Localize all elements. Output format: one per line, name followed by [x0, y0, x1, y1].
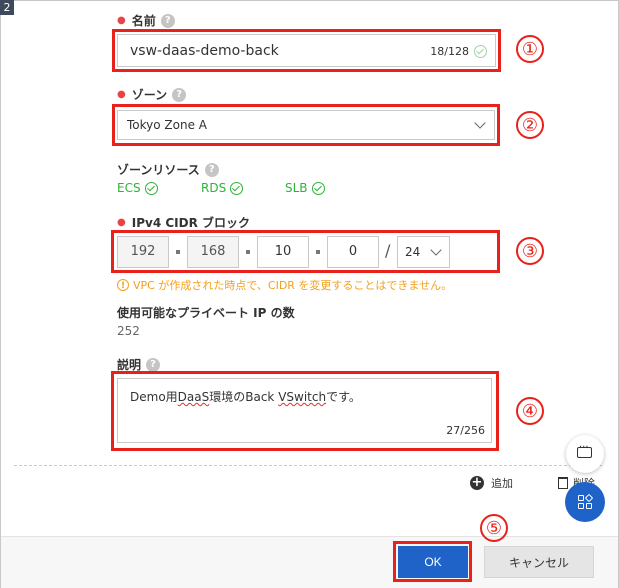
help-icon[interactable]: ? — [146, 357, 161, 372]
available-ip-label: 使用可能なプライベート IP の数 — [117, 306, 295, 320]
apps-icon — [578, 495, 584, 501]
resource-label: SLB — [285, 181, 308, 195]
highlight-box-2 — [112, 104, 500, 146]
apps-icon — [584, 493, 594, 503]
cidr-warning: ! VPC が作成された時点で、CIDR を変更することはできません。 — [117, 277, 452, 293]
name-label: 名前 — [131, 14, 156, 28]
chat-icon — [577, 442, 592, 458]
resource-slb: SLB — [285, 181, 369, 195]
resource-ecs: ECS — [117, 181, 201, 195]
resource-label: ECS — [117, 181, 141, 195]
available-ip-value: 252 — [117, 324, 140, 338]
highlight-box-5 — [393, 541, 472, 582]
annotation-5: ⑤ — [480, 514, 508, 542]
warning-icon: ! — [117, 279, 129, 291]
zone-resources-label: ゾーンリソース — [117, 163, 200, 177]
annotation-3: ③ — [516, 237, 544, 265]
add-label: 追加 — [491, 477, 513, 490]
plus-circle-icon: + — [470, 475, 484, 490]
annotation-1: ① — [516, 35, 544, 63]
zone-resources-list: ECS RDS SLB — [117, 181, 369, 195]
annotation-2: ② — [516, 111, 544, 139]
required-marker: ● — [117, 15, 126, 26]
help-icon[interactable]: ? — [172, 87, 187, 102]
zone-resources-label-row: ゾーンリソース ? — [117, 161, 219, 178]
page-number-badge: 2 — [0, 0, 14, 15]
section-divider — [14, 465, 602, 466]
cidr-warning-text: VPC が作成された時点で、CIDR を変更することはできません。 — [133, 279, 453, 292]
apps-icon — [578, 503, 584, 509]
check-circle-icon — [230, 181, 244, 195]
check-circle-icon — [311, 181, 325, 195]
highlight-box-4 — [111, 371, 499, 451]
chat-fab-button[interactable] — [566, 435, 604, 473]
cidr-label-row: ● IPv4 CIDR ブロック — [117, 214, 250, 231]
cidr-label: IPv4 CIDR ブロック — [131, 216, 250, 230]
help-icon[interactable]: ? — [160, 13, 175, 28]
trash-icon — [558, 477, 568, 489]
name-label-row: ● 名前 ? — [117, 12, 175, 29]
apps-fab-button[interactable] — [565, 482, 605, 522]
zone-label-row: ● ゾーン ? — [117, 86, 187, 103]
required-marker: ● — [117, 89, 126, 100]
add-button[interactable]: + 追加 — [470, 475, 513, 491]
resource-rds: RDS — [201, 181, 285, 195]
check-circle-icon — [144, 181, 158, 195]
required-marker: ● — [117, 217, 126, 228]
resource-label: RDS — [201, 181, 227, 195]
help-icon[interactable]: ? — [204, 162, 219, 177]
apps-icon — [586, 503, 592, 509]
zone-label: ゾーン — [131, 88, 168, 102]
dialog-frame — [0, 0, 619, 588]
highlight-box-3 — [111, 230, 500, 273]
annotation-4: ④ — [516, 397, 544, 425]
cancel-button[interactable]: キャンセル — [484, 546, 594, 578]
highlight-box-1 — [112, 29, 501, 72]
